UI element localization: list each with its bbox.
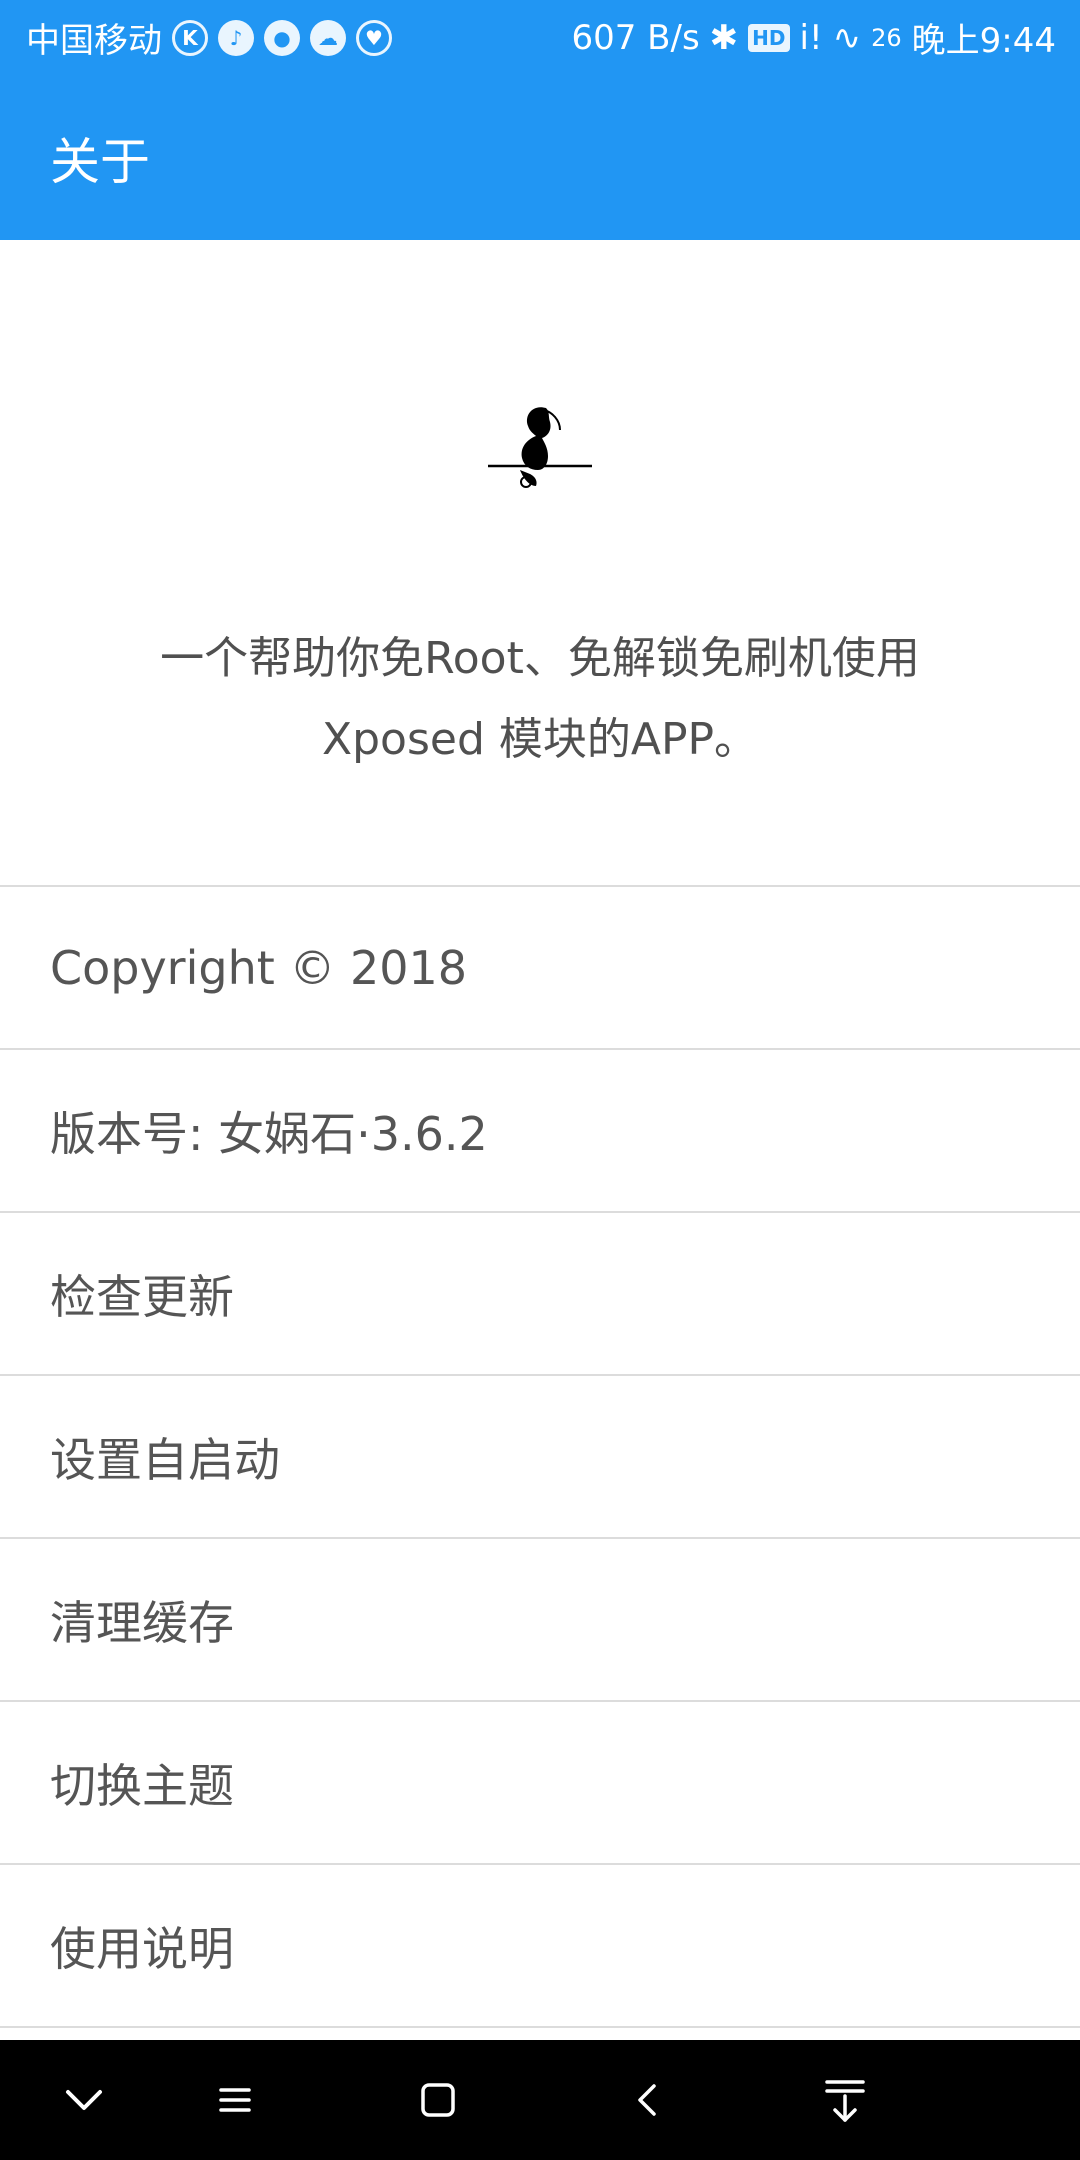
navigation-bar xyxy=(0,2040,1080,2160)
carrier-name: 中国移动 xyxy=(26,21,162,61)
clock: 晚上9:44 xyxy=(911,21,1056,61)
cloud-app-icon: ☁ xyxy=(310,19,346,56)
description-line-1: 一个帮助你免Root、免解锁免刷机使用 xyxy=(160,633,920,684)
clear-cache-item[interactable]: 清理缓存 xyxy=(0,1539,1080,1700)
battery-level: 26 xyxy=(871,23,902,52)
app-description: 一个帮助你免Root、免解锁免刷机使用 Xposed 模块的APP。 xyxy=(80,618,1000,780)
list-item-label: 切换主题 xyxy=(50,1758,234,1813)
list-item-label: 设置自启动 xyxy=(50,1432,280,1487)
check-update-item[interactable]: 检查更新 xyxy=(0,1213,1080,1374)
list-item-label: 使用说明 xyxy=(50,1921,234,1976)
about-header: 一个帮助你免Root、免解锁免刷机使用 Xposed 模块的APP。 xyxy=(0,240,1080,885)
pull-down-icon[interactable] xyxy=(815,2070,875,2130)
list-item-label: 版本号: 女娲石·3.6.2 xyxy=(50,1106,488,1161)
chevron-down-icon[interactable] xyxy=(54,2070,114,2130)
shield-app-icon: ♥ xyxy=(356,19,392,56)
about-list: Copyright © 2018 版本号: 女娲石·3.6.2 检查更新 设置自… xyxy=(0,885,1080,2028)
signal-icon: i! xyxy=(799,17,823,58)
bluetooth-icon: ✱ xyxy=(709,17,739,58)
browser-app-icon: ● xyxy=(264,19,300,56)
page-title: 关于 xyxy=(50,132,150,191)
app-logo xyxy=(486,390,594,498)
copyright-item: Copyright © 2018 xyxy=(0,887,1080,1048)
home-square-icon[interactable] xyxy=(408,2070,468,2130)
list-item-label: 检查更新 xyxy=(50,1269,234,1324)
back-icon[interactable] xyxy=(618,2070,678,2130)
music-app-icon: ♪ xyxy=(218,19,254,56)
list-item-label: Copyright © 2018 xyxy=(50,940,468,995)
usage-guide-item[interactable]: 使用说明 xyxy=(0,1865,1080,2026)
k-app-icon: K xyxy=(172,19,208,56)
switch-theme-item[interactable]: 切换主题 xyxy=(0,1702,1080,1863)
activity-icon: ∿ xyxy=(832,17,862,58)
app-bar: 关于 xyxy=(0,75,1080,240)
menu-icon[interactable] xyxy=(205,2070,265,2130)
description-line-2: Xposed 模块的APP。 xyxy=(321,714,759,765)
list-item-label: 清理缓存 xyxy=(50,1595,234,1650)
status-bar-left: 中国移动 K ♪ ● ☁ ♥ xyxy=(26,13,392,62)
auto-start-item[interactable]: 设置自启动 xyxy=(0,1376,1080,1537)
divider xyxy=(0,2026,1080,2028)
net-speed: 607 B/s xyxy=(571,17,700,58)
version-item[interactable]: 版本号: 女娲石·3.6.2 xyxy=(0,1050,1080,1211)
status-bar: 中国移动 K ♪ ● ☁ ♥ 607 B/s ✱ HD i! ∿ 26 晚上9:… xyxy=(0,0,1080,75)
status-bar-right: 607 B/s ✱ HD i! ∿ 26 晚上9:44 xyxy=(571,13,1056,62)
hd-badge: HD xyxy=(748,23,790,52)
